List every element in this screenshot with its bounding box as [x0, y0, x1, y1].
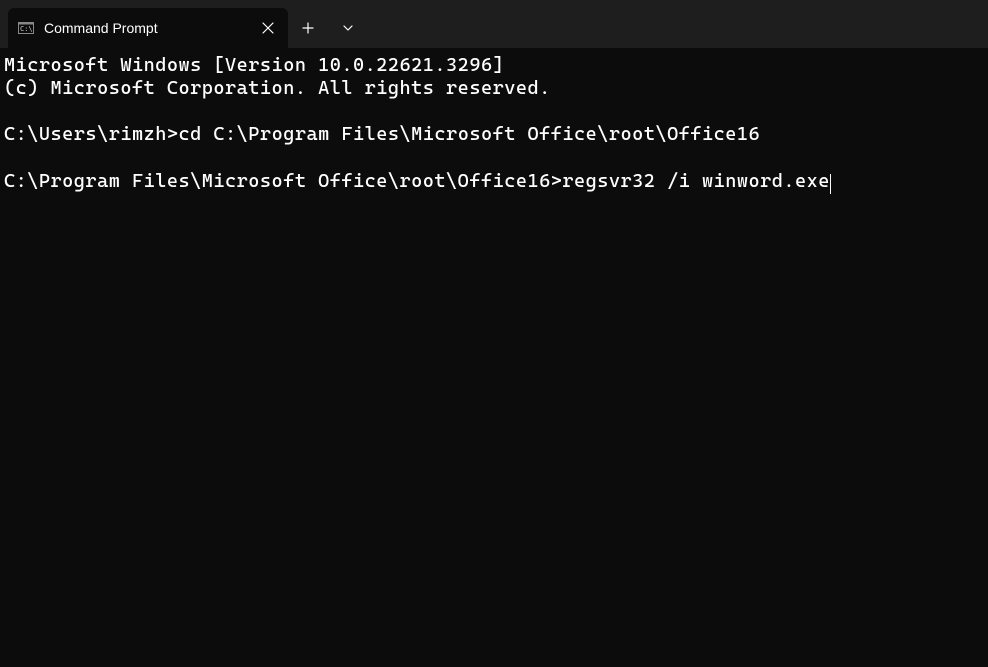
terminal-content[interactable]: Microsoft Windows [Version 10.0.22621.32…: [0, 48, 988, 199]
tab-dropdown-button[interactable]: [328, 8, 368, 48]
version-line: Microsoft Windows [Version 10.0.22621.32…: [4, 54, 984, 77]
titlebar: C:\ Command Prompt: [0, 0, 988, 48]
command-line-2: C:\Program Files\Microsoft Office\root\O…: [4, 170, 984, 193]
new-tab-button[interactable]: [288, 8, 328, 48]
cmd-icon: C:\: [18, 20, 34, 36]
svg-text:C:\: C:\: [20, 25, 33, 33]
tab-title: Command Prompt: [44, 20, 246, 36]
prompt-2: C:\Program Files\Microsoft Office\root\O…: [4, 170, 562, 192]
close-tab-button[interactable]: [256, 16, 280, 40]
plus-icon: [302, 22, 314, 34]
command-1: cd C:\Program Files\Microsoft Office\roo…: [179, 123, 761, 145]
prompt-1: C:\Users\rimzh>: [4, 123, 179, 145]
copyright-line: (c) Microsoft Corporation. All rights re…: [4, 77, 984, 100]
command-line-1: C:\Users\rimzh>cd C:\Program Files\Micro…: [4, 123, 984, 146]
chevron-down-icon: [342, 22, 354, 34]
close-icon: [262, 22, 274, 34]
active-tab[interactable]: C:\ Command Prompt: [8, 8, 288, 48]
command-2: regsvr32 /i winword.exe: [562, 170, 830, 192]
